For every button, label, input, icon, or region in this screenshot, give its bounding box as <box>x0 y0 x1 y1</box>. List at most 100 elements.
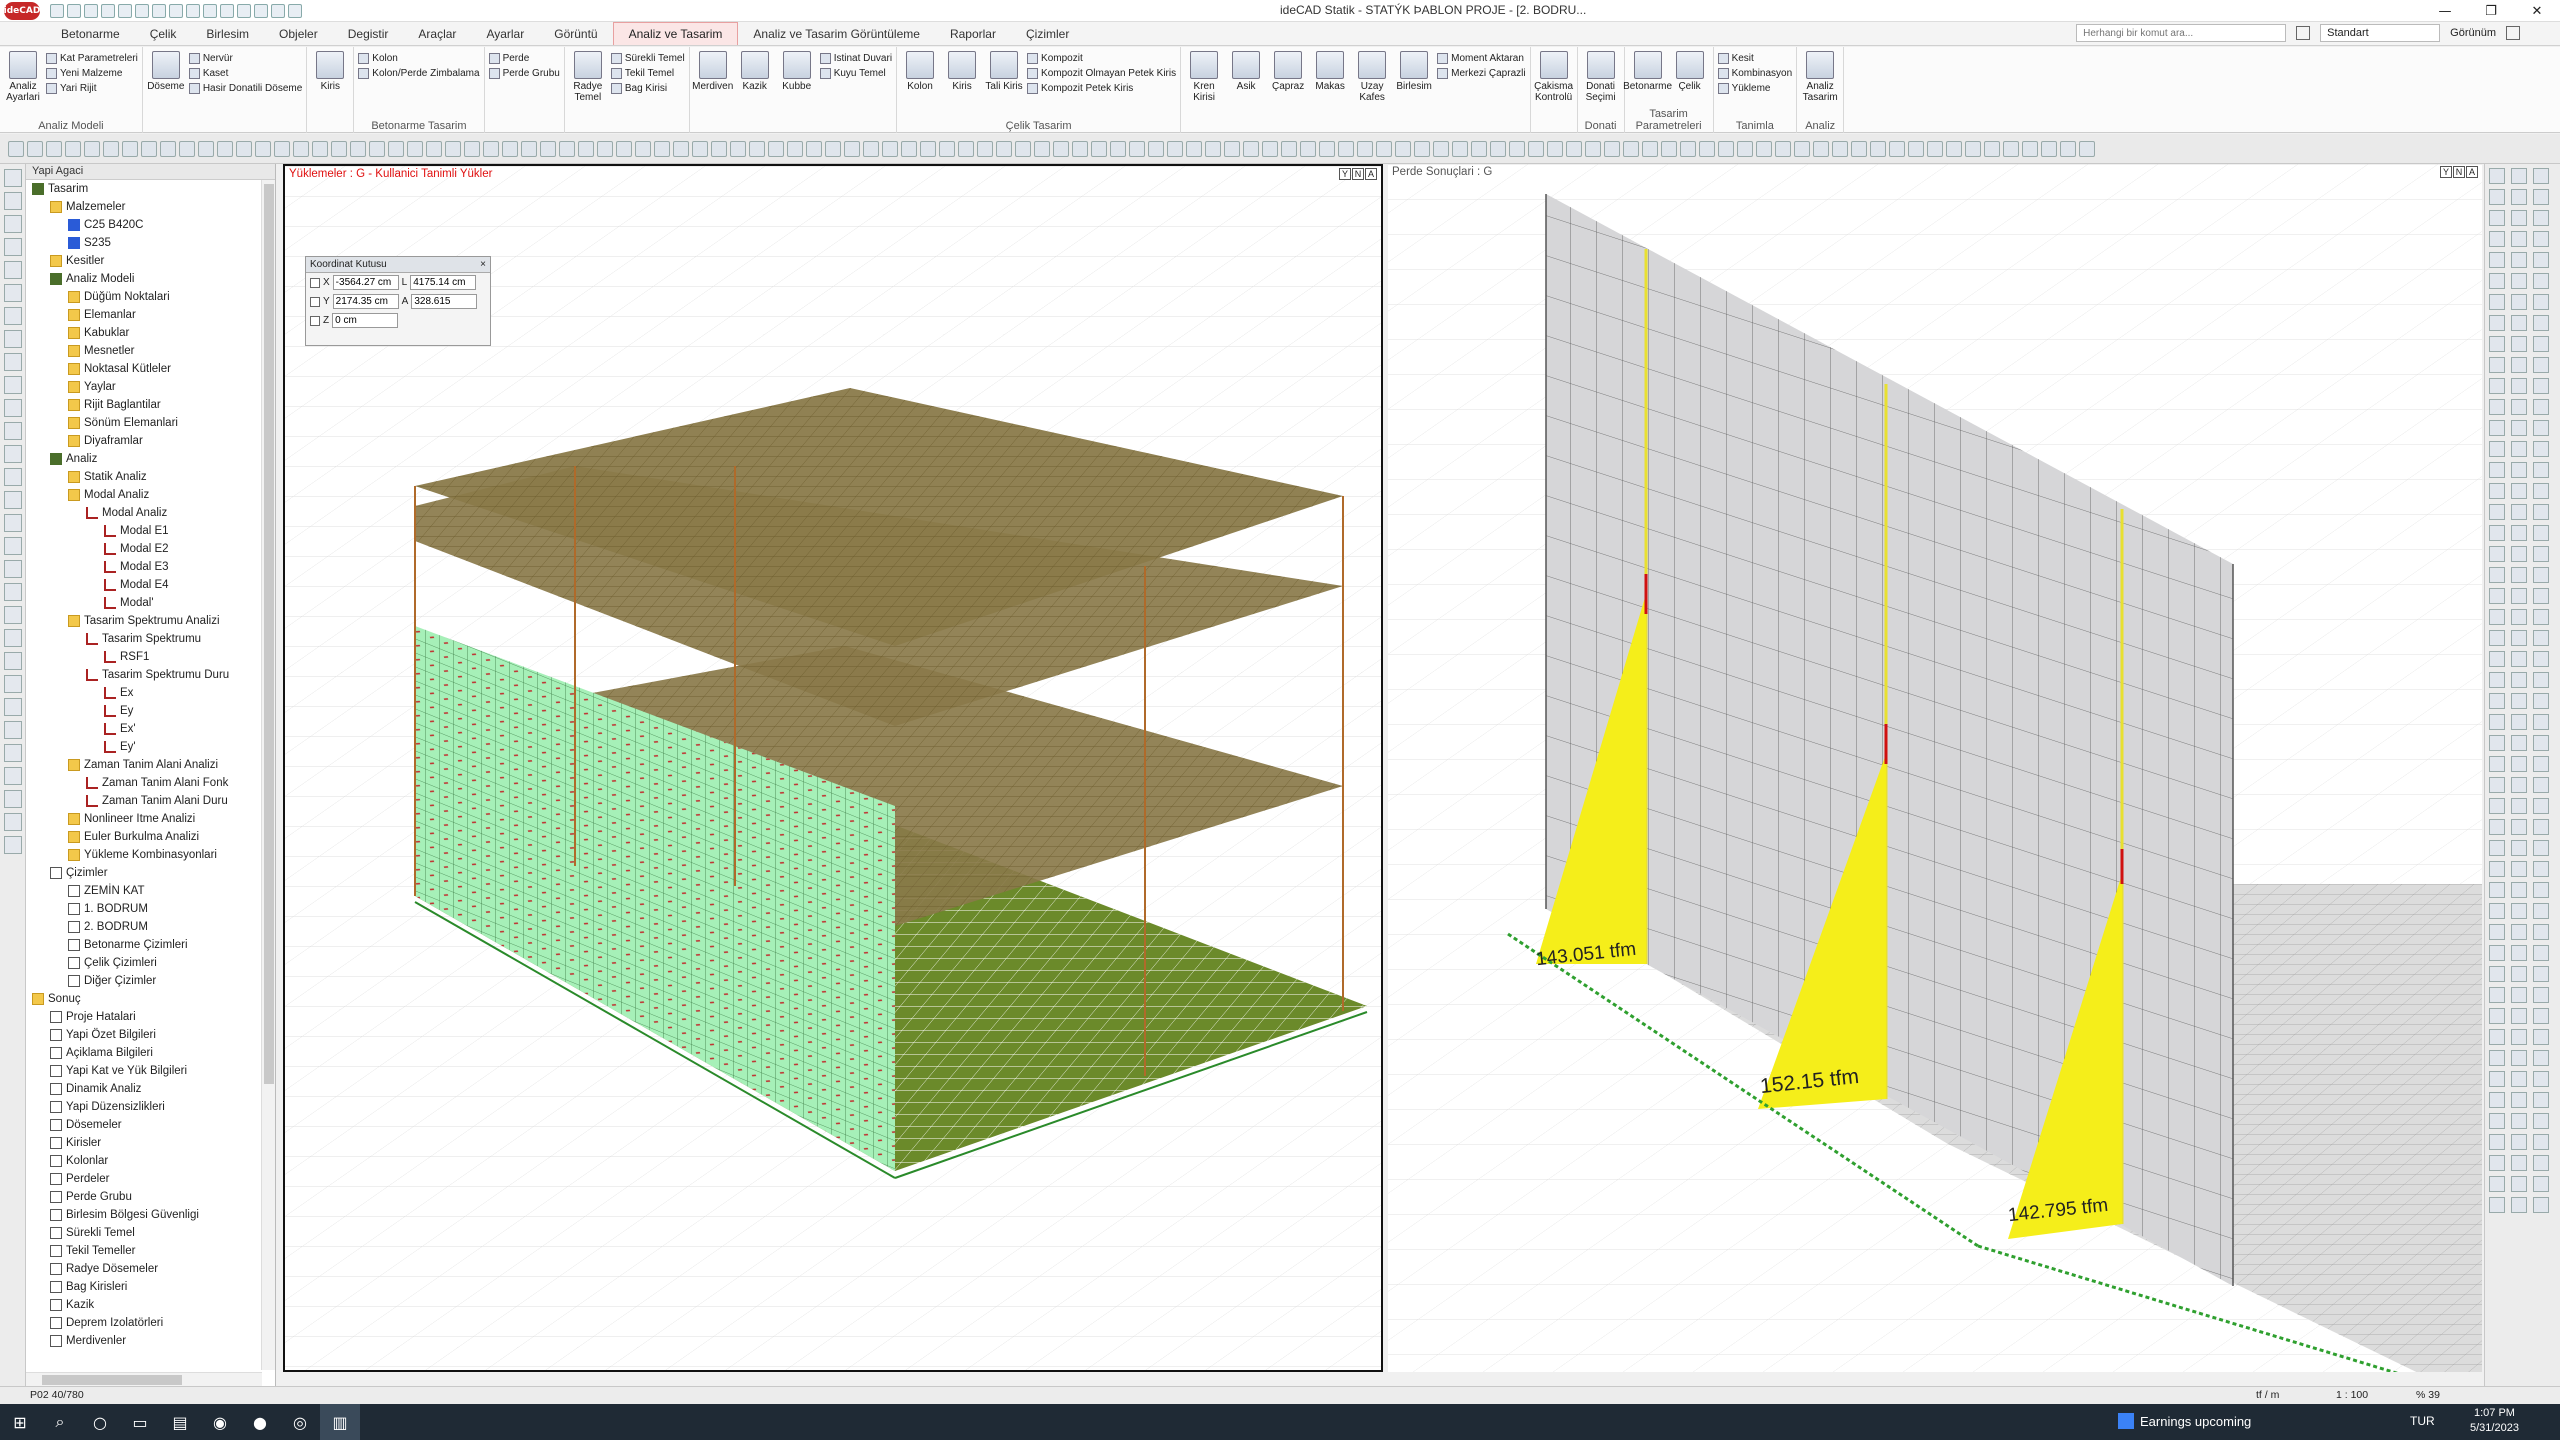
view-tool-icon[interactable] <box>2489 567 2505 583</box>
monitor-icon[interactable] <box>2296 26 2311 40</box>
draw-tool-icon[interactable] <box>1623 140 1639 157</box>
tree-item[interactable]: Kazik <box>26 1296 275 1314</box>
tree-item[interactable]: Analiz <box>26 450 275 468</box>
view-tool-icon[interactable] <box>2489 231 2505 247</box>
measure-icon[interactable] <box>237 3 251 18</box>
side-tool-icon[interactable] <box>4 422 22 440</box>
view-tool-icon[interactable] <box>2533 1071 2549 1087</box>
side-tool-icon[interactable] <box>4 698 22 716</box>
view-tool-icon[interactable] <box>2533 945 2549 961</box>
draw-tool-icon[interactable] <box>1110 140 1126 157</box>
tab--elik[interactable]: Çelik <box>135 23 192 45</box>
view-tool-icon[interactable] <box>2511 546 2527 562</box>
tree-item[interactable]: S235 <box>26 234 275 252</box>
tree-item[interactable]: ZEMİN KAT <box>26 882 275 900</box>
tab-degistir[interactable]: Degistir <box>333 23 404 45</box>
draw-tool-icon[interactable] <box>1661 140 1677 157</box>
draw-tool-icon[interactable] <box>806 140 822 157</box>
tree-item[interactable]: Çelik Çizimleri <box>26 954 275 972</box>
tree-item[interactable]: Modal' <box>26 594 275 612</box>
draw-tool-icon[interactable] <box>1737 140 1753 157</box>
tree-item[interactable]: Noktasal Kütleler <box>26 360 275 378</box>
print-icon[interactable] <box>118 3 132 18</box>
tree-item[interactable]: Sonuç <box>26 990 275 1008</box>
draw-tool-icon[interactable] <box>1338 140 1354 157</box>
draw-tool-icon[interactable] <box>825 140 841 157</box>
view-tool-icon[interactable] <box>2511 336 2527 352</box>
yari-rijit-button[interactable]: Yari Rijit <box>46 83 138 94</box>
view-tool-icon[interactable] <box>2511 756 2527 772</box>
draw-tool-icon[interactable] <box>787 140 803 157</box>
kompozit-petek-kiris-button[interactable]: Kompozit Petek Kiris <box>1027 83 1176 94</box>
tab-analiz-ve-tasarim-g-r-nt-leme[interactable]: Analiz ve Tasarim Görüntüleme <box>738 23 935 45</box>
side-tool-icon[interactable] <box>4 169 22 187</box>
draw-tool-icon[interactable] <box>2003 140 2019 157</box>
view-tool-icon[interactable] <box>2511 882 2527 898</box>
loads-viewport[interactable]: Yüklemeler : G - Kullanici Tanimli Yükle… <box>283 164 1383 1372</box>
view-tool-icon[interactable] <box>2533 756 2549 772</box>
view-tool-icon[interactable] <box>2511 987 2527 1003</box>
view-tool-icon[interactable] <box>2511 399 2527 415</box>
view-tool-icon[interactable] <box>2533 315 2549 331</box>
view-tool-icon[interactable] <box>2511 567 2527 583</box>
hasir-donatili-d-seme-button[interactable]: Hasir Donatili Döseme <box>188 83 302 94</box>
draw-tool-icon[interactable] <box>1262 140 1278 157</box>
tree-item[interactable]: Birlesim Bölgesi Güvenligi <box>26 1206 275 1224</box>
tali-kiris-button[interactable]: Tali Kiris <box>985 49 1023 119</box>
tree-item[interactable]: RSF1 <box>26 648 275 666</box>
view-tool-icon[interactable] <box>2533 693 2549 709</box>
app-logo[interactable]: ideCAD <box>0 0 44 22</box>
view-tool-icon[interactable] <box>2489 441 2505 457</box>
draw-tool-icon[interactable] <box>1908 140 1924 157</box>
draw-tool-icon[interactable] <box>1813 140 1829 157</box>
view-tool-icon[interactable] <box>2489 882 2505 898</box>
draw-tool-icon[interactable] <box>635 140 651 157</box>
draw-tool-icon[interactable] <box>1509 140 1525 157</box>
view-tool-icon[interactable] <box>2533 777 2549 793</box>
tree-item[interactable]: Ex <box>26 684 275 702</box>
tab-ara-lar[interactable]: Araçlar <box>403 23 471 45</box>
draw-tool-icon[interactable] <box>502 140 518 157</box>
draw-tool-icon[interactable] <box>312 140 328 157</box>
draw-tool-icon[interactable] <box>8 140 24 157</box>
tab-raporlar[interactable]: Raporlar <box>935 23 1011 45</box>
view-tool-icon[interactable] <box>2511 924 2527 940</box>
draw-tool-icon[interactable] <box>1889 140 1905 157</box>
kuyu-temel-button[interactable]: Kuyu Temel <box>819 68 892 79</box>
side-tool-icon[interactable] <box>4 813 22 831</box>
draw-tool-icon[interactable] <box>673 140 689 157</box>
coordinate-box-close-icon[interactable]: × <box>480 259 486 270</box>
view-tool-icon[interactable] <box>2533 1113 2549 1129</box>
view-tool-icon[interactable] <box>2489 693 2505 709</box>
view-tool-icon[interactable] <box>2533 1134 2549 1150</box>
angle-field[interactable] <box>411 294 478 309</box>
kesit-button[interactable]: Kesit <box>1717 53 1793 64</box>
tree-horizontal-scrollbar[interactable] <box>26 1372 262 1386</box>
view-tool-icon[interactable] <box>2533 1176 2549 1192</box>
draw-tool-icon[interactable] <box>1851 140 1867 157</box>
draw-tool-icon[interactable] <box>1300 140 1316 157</box>
view-tool-icon[interactable] <box>2511 840 2527 856</box>
draw-tool-icon[interactable] <box>426 140 442 157</box>
draw-tool-icon[interactable] <box>901 140 917 157</box>
draw-tool-icon[interactable] <box>1642 140 1658 157</box>
view-tool-icon[interactable] <box>2511 651 2527 667</box>
-apraz-button[interactable]: Çapraz <box>1269 49 1307 119</box>
draw-tool-icon[interactable] <box>540 140 556 157</box>
view-tool-icon[interactable] <box>2489 1155 2505 1171</box>
draw-tool-icon[interactable] <box>369 140 385 157</box>
view-tool-icon[interactable] <box>2489 1050 2505 1066</box>
tree-item[interactable]: Modal Analiz <box>26 504 275 522</box>
view-tool-icon[interactable] <box>2489 1029 2505 1045</box>
snap-icon[interactable] <box>169 3 183 18</box>
draw-tool-icon[interactable] <box>1585 140 1601 157</box>
draw-tool-icon[interactable] <box>388 140 404 157</box>
tree-item[interactable]: Yapi Kat ve Yük Bilgileri <box>26 1062 275 1080</box>
view-tool-icon[interactable] <box>2533 441 2549 457</box>
wall-results-viewport[interactable]: Perde Sonuçlari : G Y N A 143.051 tfm 15… <box>1388 164 2482 1372</box>
view-tool-icon[interactable] <box>2533 189 2549 205</box>
draw-tool-icon[interactable] <box>1870 140 1886 157</box>
view-tool-icon[interactable] <box>2533 1029 2549 1045</box>
draw-tool-icon[interactable] <box>1015 140 1031 157</box>
draw-tool-icon[interactable] <box>2079 140 2095 157</box>
